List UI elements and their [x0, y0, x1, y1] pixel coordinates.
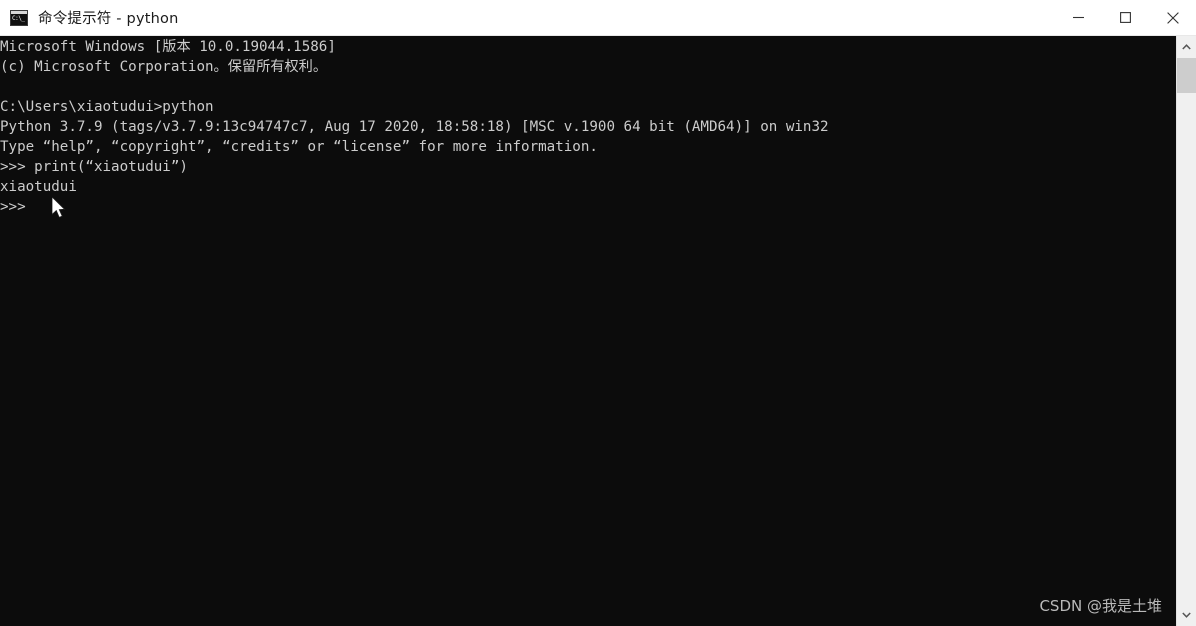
scrollbar-thumb[interactable]	[1177, 58, 1196, 93]
console-icon-text: C:\_	[12, 14, 25, 22]
terminal-output-area[interactable]: Microsoft Windows [版本 10.0.19044.1586] (…	[0, 36, 1176, 626]
command-prompt-window: C:\_ 命令提示符 - python Microsoft Windows [版…	[0, 0, 1196, 626]
vertical-scrollbar[interactable]	[1176, 36, 1196, 626]
scroll-down-arrow-icon[interactable]	[1177, 604, 1196, 626]
window-controls	[1055, 0, 1196, 35]
scroll-up-arrow-icon[interactable]	[1177, 36, 1196, 58]
console-text: Microsoft Windows [版本 10.0.19044.1586] (…	[0, 39, 829, 215]
window-title: 命令提示符 - python	[38, 11, 179, 27]
maximize-button[interactable]	[1102, 0, 1149, 35]
title-bar[interactable]: C:\_ 命令提示符 - python	[0, 0, 1196, 36]
watermark: CSDN @我是土堆	[1039, 597, 1162, 615]
minimize-button[interactable]	[1055, 0, 1102, 35]
scrollbar-track[interactable]	[1177, 58, 1196, 604]
console-icon: C:\_	[10, 9, 28, 26]
close-button[interactable]	[1149, 0, 1196, 35]
